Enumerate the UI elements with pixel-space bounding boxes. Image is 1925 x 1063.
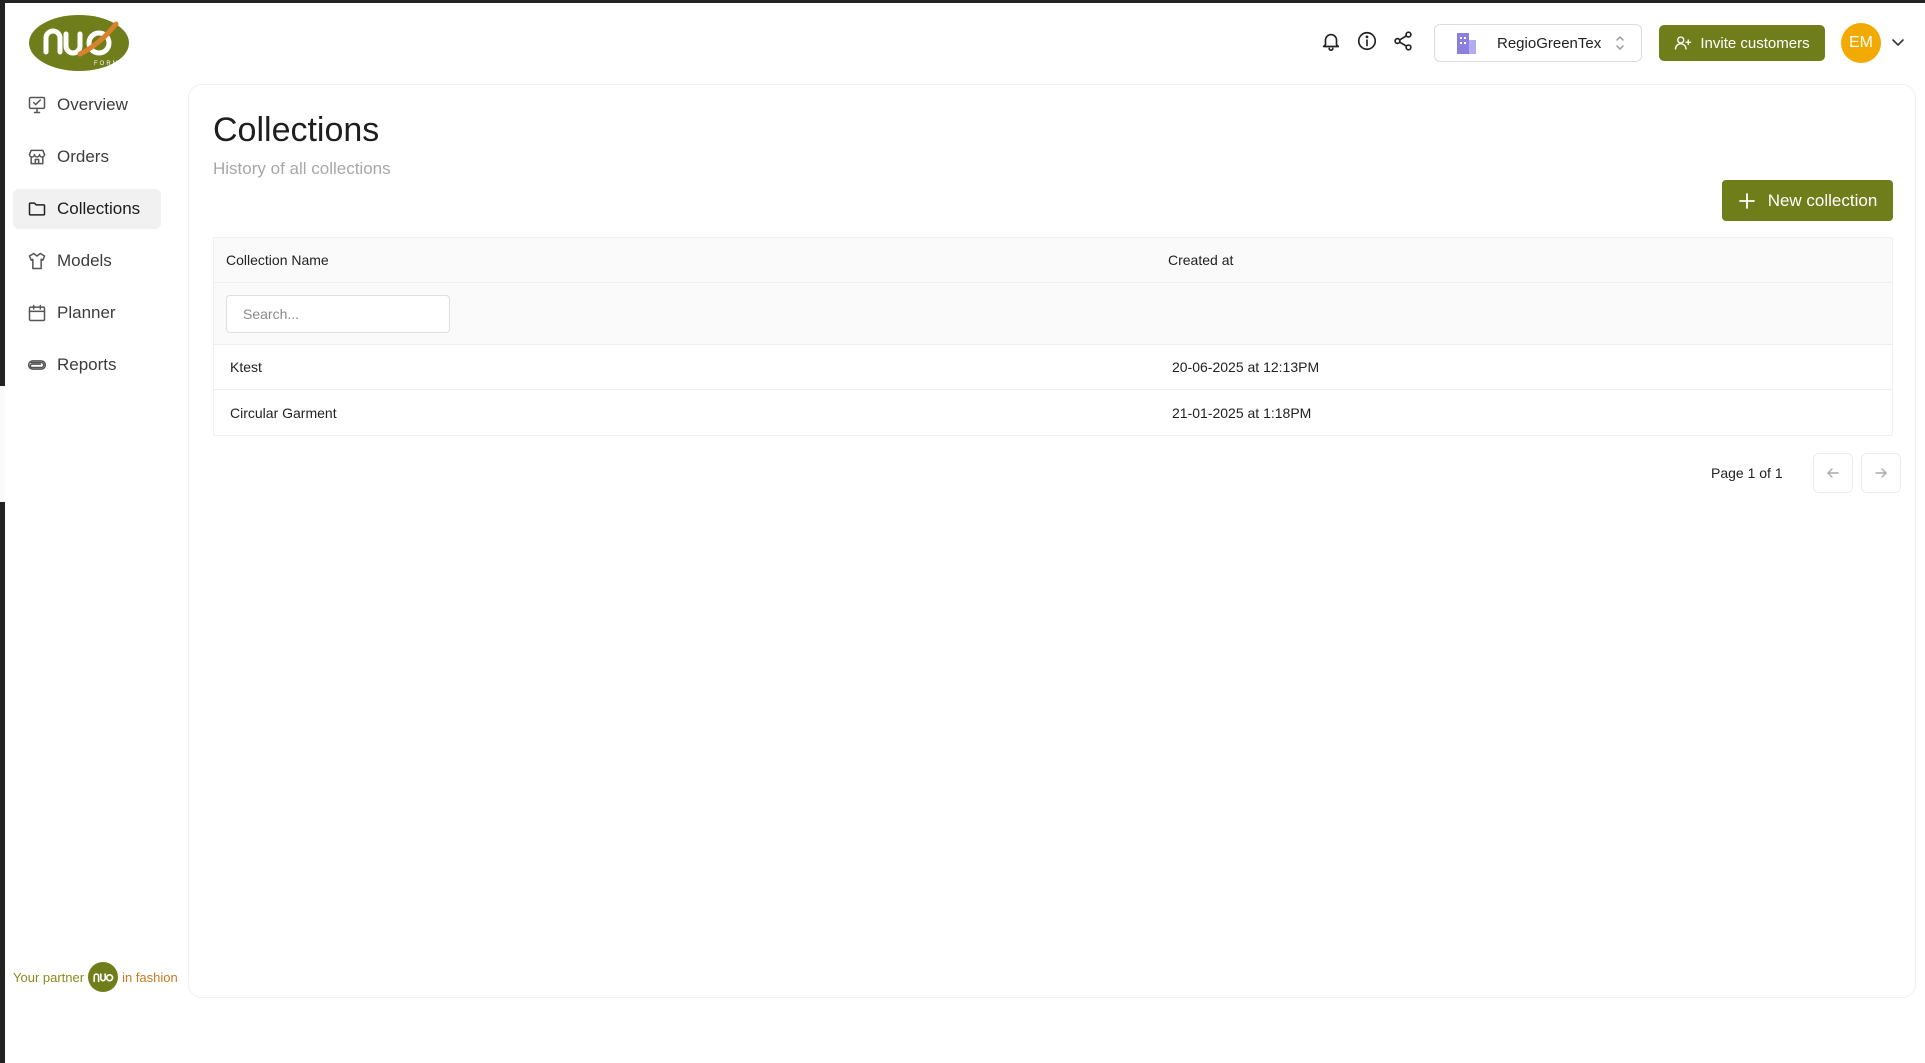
window-frame-gap bbox=[0, 386, 5, 502]
shirt-icon bbox=[27, 251, 47, 271]
page-subtitle: History of all collections bbox=[213, 159, 391, 178]
sidebar-item-collections[interactable]: Collections bbox=[13, 189, 161, 229]
sidebar-item-label: Planner bbox=[57, 303, 116, 322]
partner-tagline: Your partner in fashion bbox=[13, 962, 178, 992]
created-at-cell: 20-06-2025 at 12:13PM bbox=[1172, 359, 1320, 375]
avatar[interactable]: EM bbox=[1841, 23, 1881, 63]
partner-prefix: Your partner bbox=[13, 969, 85, 985]
user-plus-icon bbox=[1675, 36, 1692, 50]
invite-customers-button[interactable]: Invite customers bbox=[1659, 25, 1825, 61]
table-row[interactable]: Ktest 20-06-2025 at 12:13PM bbox=[214, 345, 1892, 390]
pagination: Page 1 of 1 bbox=[1711, 453, 1901, 493]
next-page-button[interactable] bbox=[1860, 453, 1901, 493]
search-row bbox=[214, 283, 1892, 345]
arrow-right-icon bbox=[1874, 468, 1887, 478]
sidebar-item-label: Reports bbox=[57, 355, 117, 374]
avatar-initials: EM bbox=[1849, 34, 1873, 51]
sidebar-item-label: Collections bbox=[57, 199, 141, 218]
sidebar-item-label: Models bbox=[57, 251, 112, 270]
previous-page-button[interactable] bbox=[1812, 453, 1853, 493]
window-frame-top bbox=[0, 0, 1925, 3]
column-header-created[interactable]: Created at bbox=[1168, 252, 1233, 268]
info-icon[interactable] bbox=[1356, 30, 1378, 52]
sidebar-item-models[interactable]: Models bbox=[13, 241, 161, 281]
calendar-icon bbox=[27, 303, 47, 323]
sidebar-item-orders[interactable]: Orders bbox=[13, 137, 161, 177]
table-row[interactable]: Circular Garment 21-01-2025 at 1:18PM bbox=[214, 390, 1892, 435]
table-header: Collection Name Created at bbox=[214, 238, 1892, 283]
organization-name: RegioGreenTex bbox=[1497, 34, 1602, 52]
sidebar: Overview Orders Collections Models Plann… bbox=[13, 85, 161, 397]
search-input[interactable] bbox=[226, 295, 450, 333]
collection-name-cell: Ktest bbox=[230, 359, 262, 375]
plus-icon bbox=[1738, 192, 1755, 209]
store-icon bbox=[27, 147, 47, 167]
collection-name-cell: Circular Garment bbox=[230, 404, 337, 421]
sidebar-item-label: Orders bbox=[57, 147, 109, 166]
sidebar-item-reports[interactable]: Reports bbox=[13, 345, 161, 385]
share-icon[interactable] bbox=[1392, 30, 1414, 52]
header-icons bbox=[1320, 30, 1414, 52]
page-indicator: Page 1 of 1 bbox=[1711, 465, 1783, 481]
new-collection-label: New collection bbox=[1767, 190, 1878, 210]
chevron-down-icon[interactable] bbox=[1890, 34, 1906, 50]
organization-select[interactable]: RegioGreenTex bbox=[1434, 24, 1642, 62]
brand-logo[interactable]: FORM bbox=[28, 14, 130, 72]
partner-suffix: in fashion bbox=[122, 969, 178, 985]
paperclip-icon bbox=[27, 355, 47, 375]
monitor-check-icon bbox=[27, 95, 47, 115]
chevrons-up-down-icon bbox=[1616, 35, 1624, 51]
main-panel: Collections History of all collections N… bbox=[188, 84, 1916, 998]
page-title: Collections bbox=[213, 111, 380, 149]
bell-icon[interactable] bbox=[1320, 30, 1342, 52]
new-collection-button[interactable]: New collection bbox=[1722, 180, 1893, 221]
building-icon bbox=[1457, 33, 1476, 54]
collections-table: Collection Name Created at Ktest 20-06-2… bbox=[213, 237, 1893, 436]
created-at-cell: 21-01-2025 at 1:18PM bbox=[1172, 404, 1312, 421]
invite-customers-label: Invite customers bbox=[1700, 34, 1810, 52]
logo-subtext: FORM bbox=[94, 61, 120, 67]
window-frame-left bbox=[0, 0, 5, 1063]
sidebar-item-label: Overview bbox=[57, 95, 128, 114]
arrow-left-icon bbox=[1826, 468, 1839, 478]
folder-icon bbox=[27, 199, 47, 219]
column-header-name[interactable]: Collection Name bbox=[214, 252, 1168, 268]
sidebar-item-planner[interactable]: Planner bbox=[13, 293, 161, 333]
mini-logo-icon bbox=[88, 962, 119, 992]
sidebar-item-overview[interactable]: Overview bbox=[13, 85, 161, 125]
